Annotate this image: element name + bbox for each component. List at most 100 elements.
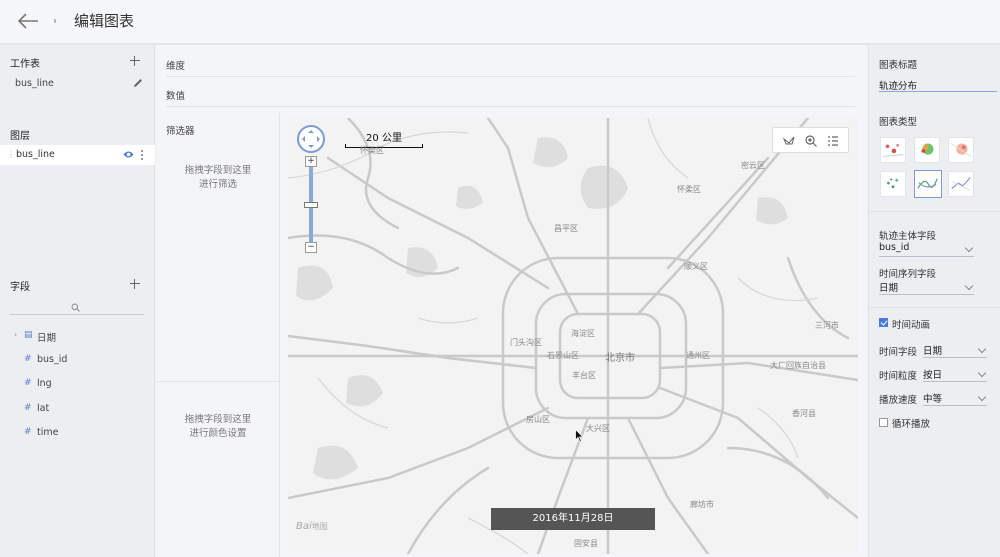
- field-item[interactable]: # bus_id: [0, 351, 155, 369]
- add-field-icon[interactable]: [130, 279, 140, 289]
- field-label: lat: [37, 403, 50, 414]
- filter-dropzone[interactable]: 拖拽字段到这里 进行筛选: [156, 164, 280, 192]
- pan-control-icon[interactable]: [297, 125, 325, 153]
- top-bar: 编辑图表: [0, 0, 1000, 44]
- page-title: 编辑图表: [74, 12, 135, 30]
- map-toolbar: [772, 127, 849, 153]
- map-label: 昌平区: [554, 224, 578, 233]
- layer-label: bus_line: [16, 149, 55, 160]
- zoom-out-icon[interactable]: −: [305, 242, 317, 253]
- layers-heading: 图层: [10, 131, 30, 142]
- chart-type-option[interactable]: [948, 137, 974, 163]
- chart-type-option[interactable]: [880, 137, 906, 163]
- map-label: 通州区: [686, 351, 710, 360]
- zoom-slider[interactable]: + −: [304, 156, 318, 256]
- map-label: 丰台区: [572, 371, 596, 380]
- time-field-select[interactable]: 日期: [923, 343, 987, 358]
- chart-type-option[interactable]: [948, 171, 974, 197]
- hash-icon: #: [24, 354, 32, 364]
- chart-type-option-selected[interactable]: [914, 170, 942, 198]
- map-logo-text: Bai: [296, 521, 312, 532]
- time-animation-checkbox[interactable]: [879, 318, 888, 327]
- time-animation-label: 时间动画: [892, 320, 931, 331]
- map-label: 密云区: [741, 161, 765, 170]
- divider: [156, 381, 280, 382]
- field-label: time: [37, 427, 59, 438]
- chevron-down-icon: [977, 392, 987, 402]
- worksheet-item[interactable]: bus_line: [15, 78, 54, 89]
- worksheet-heading: 工作表: [10, 59, 40, 70]
- zoom-in-icon[interactable]: +: [305, 156, 317, 167]
- field-label: lng: [37, 378, 52, 389]
- field-label: bus_id: [37, 354, 68, 365]
- dimension-shelf[interactable]: 维度: [166, 47, 855, 77]
- time-field-label: 时间字段: [879, 347, 918, 358]
- add-worksheet-icon[interactable]: [130, 56, 140, 66]
- color-hint-line: 进行颜色设置: [189, 428, 247, 439]
- filter-column: 筛选器 拖拽字段到这里 进行筛选 拖拽字段到这里 进行颜色设置: [156, 113, 280, 557]
- scale-bar: [345, 144, 423, 148]
- legend-list-icon[interactable]: [826, 134, 840, 148]
- value-label: 数值: [166, 91, 186, 102]
- time-granularity-label: 时间粒度: [879, 371, 918, 382]
- hash-icon: #: [24, 403, 32, 413]
- time-granularity-select[interactable]: 按日: [923, 367, 987, 382]
- hash-icon: #: [24, 427, 32, 437]
- select-value: 中等: [923, 394, 943, 405]
- select-value: 日期: [923, 346, 943, 357]
- playback-speed-select[interactable]: 中等: [923, 391, 987, 406]
- field-label: 日期: [37, 333, 57, 344]
- color-dropzone[interactable]: 拖拽字段到这里 进行颜色设置: [156, 413, 280, 441]
- divider: [869, 307, 1000, 308]
- chart-type-heading: 图表类型: [879, 117, 918, 128]
- left-panel: 工作表 bus_line 图层 ⋮⋮ bus_line 字段 › ▤ 日期 # …: [0, 45, 155, 557]
- mouse-cursor-icon: [575, 429, 584, 443]
- map-scale: 20 公里: [345, 129, 423, 148]
- lasso-icon[interactable]: [782, 134, 796, 148]
- back-arrow-icon[interactable]: [16, 10, 40, 32]
- map-label: 北京市: [605, 353, 635, 364]
- zoom-thumb[interactable]: [304, 202, 318, 208]
- chart-type-option[interactable]: [880, 171, 906, 197]
- time-sequence-select[interactable]: 日期: [879, 280, 974, 295]
- chevron-down-icon: [977, 344, 987, 354]
- trajectory-subject-select[interactable]: bus_id: [879, 242, 974, 257]
- fields-heading: 字段: [10, 282, 30, 293]
- pencil-icon[interactable]: [133, 78, 143, 88]
- field-item[interactable]: › ▤ 日期: [0, 327, 155, 345]
- map-label: 石景山区: [547, 351, 579, 360]
- map-logo: Bai地图: [296, 521, 328, 532]
- trajectory-subject-heading: 轨迹主体字段: [879, 231, 937, 242]
- expand-caret-icon[interactable]: ›: [14, 330, 17, 339]
- map-canvas[interactable]: + − 20 公里 怀柔区 密云区 怀柔区 昌平区 顺义区 海淀区 门头沟区 石…: [288, 118, 858, 554]
- map-label: 香河县: [792, 409, 816, 418]
- zoom-icon[interactable]: [804, 134, 818, 148]
- value-shelf[interactable]: 数值: [166, 77, 855, 107]
- filter-hint-line: 进行筛选: [198, 179, 237, 190]
- chevron-down-icon: [964, 243, 974, 253]
- map-label: 三河市: [815, 321, 839, 330]
- title-separator: [54, 19, 56, 23]
- loop-playback-checkbox[interactable]: [879, 418, 888, 427]
- map-label: 顺义区: [684, 262, 708, 271]
- field-item[interactable]: # lat: [0, 400, 155, 418]
- map-label: 海淀区: [571, 329, 595, 338]
- select-value: 日期: [879, 283, 899, 294]
- field-item[interactable]: # lng: [0, 375, 155, 393]
- chevron-down-icon: [977, 368, 987, 378]
- divider: [869, 211, 1000, 212]
- dimension-label: 维度: [166, 61, 186, 72]
- field-item[interactable]: # time: [0, 424, 155, 442]
- chart-type-option[interactable]: [914, 137, 940, 163]
- chevron-down-icon: [964, 281, 974, 291]
- filter-heading: 筛选器: [166, 126, 195, 137]
- chart-title-input[interactable]: 轨迹分布: [879, 76, 997, 92]
- eye-icon[interactable]: [123, 150, 134, 159]
- map-label: 固安县: [574, 539, 598, 548]
- field-search-input[interactable]: [10, 299, 144, 315]
- more-options-icon[interactable]: [140, 149, 144, 161]
- map-label: 廊坊市: [690, 500, 714, 509]
- layer-item[interactable]: ⋮⋮ bus_line: [0, 145, 155, 165]
- animation-timestamp: 2016年11月28日: [491, 508, 655, 530]
- search-icon: [71, 303, 80, 312]
